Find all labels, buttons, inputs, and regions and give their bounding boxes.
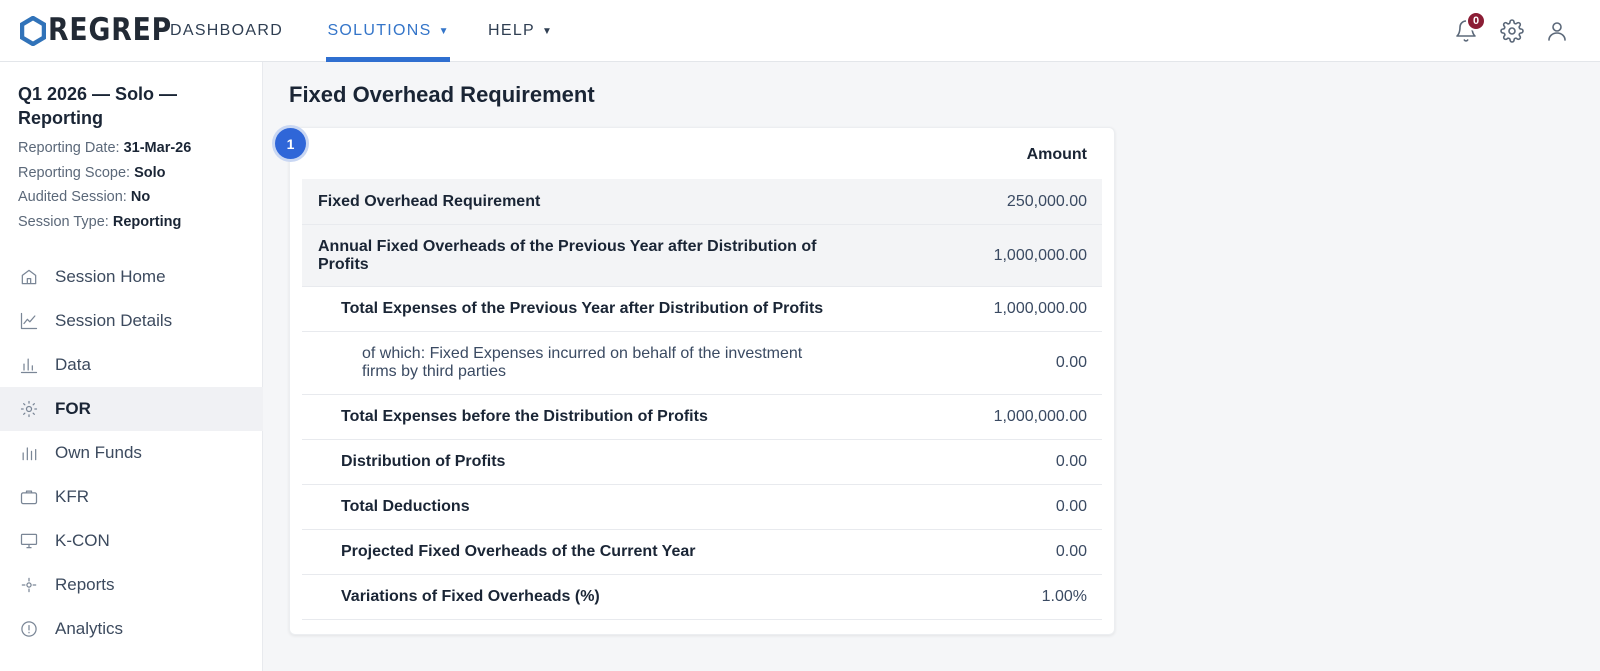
sidebar-item-reports[interactable]: Reports xyxy=(0,563,263,607)
sidebar-item-session-home[interactable]: Session Home xyxy=(0,255,263,299)
page-title: Fixed Overhead Requirement xyxy=(289,82,595,107)
sidebar-item-kfr[interactable]: KFR xyxy=(0,475,263,519)
amount-column-header: Amount xyxy=(1026,146,1087,163)
top-navigation-bar: REGREP DASHBOARD SOLUTIONS ▼ HELP ▼ 0 xyxy=(0,0,1600,62)
table-row: Variations of Fixed Overheads (%) 1.00% xyxy=(302,575,1102,620)
sidebar-item-label: K-CON xyxy=(55,531,110,550)
audited-session-value: No xyxy=(130,189,151,205)
sidebar-item-for[interactable]: FOR xyxy=(0,387,263,431)
sidebar-item-label: Session Home xyxy=(55,267,166,286)
nav-solutions[interactable]: SOLUTIONS ▼ xyxy=(326,0,450,62)
reporting-scope: Reporting Scope: Solo xyxy=(18,165,166,181)
target-icon xyxy=(18,574,40,596)
row-label: of which: Fixed Expenses incurred on beh… xyxy=(362,345,803,380)
session-type-label: Session Type: xyxy=(18,214,109,230)
reporting-date-label: Reporting Date: xyxy=(18,140,120,156)
sidebar-item-analytics[interactable]: Analytics xyxy=(0,607,263,651)
sidebar-item-label: Analytics xyxy=(55,619,124,638)
reporting-scope-label: Reporting Scope: xyxy=(18,165,131,181)
sidebar-item-label: Own Funds xyxy=(55,443,142,462)
row-value: 1.00% xyxy=(1041,588,1087,605)
row-label: Annual Fixed Overheads of the Previous Y… xyxy=(318,237,817,273)
nav-dashboard-label: DASHBOARD xyxy=(170,22,284,39)
notification-count-badge: 0 xyxy=(1466,11,1486,31)
nav-solutions-label: SOLUTIONS xyxy=(327,22,432,39)
table-row: Fixed Overhead Requirement 250,000.00 xyxy=(302,179,1102,225)
notifications-button[interactable]: 0 xyxy=(1454,11,1486,43)
sidebar-item-label: FOR xyxy=(55,399,91,418)
monitor-icon xyxy=(18,530,40,552)
nav-help-label: HELP xyxy=(488,22,535,39)
session-title: Q1 2026 — Solo — Reporting xyxy=(18,84,178,128)
chevron-down-icon: ▼ xyxy=(438,25,449,37)
table-row: Distribution of Profits 0.00 xyxy=(302,440,1102,485)
row-value: 0.00 xyxy=(1055,543,1087,560)
row-label: Projected Fixed Overheads of the Current… xyxy=(341,543,696,560)
row-label: Variations of Fixed Overheads (%) xyxy=(341,588,600,605)
row-value: 0.00 xyxy=(1055,498,1087,515)
sidebar-item-data[interactable]: Data xyxy=(0,343,263,387)
sidebar-item-label: Reports xyxy=(55,575,115,594)
home-icon xyxy=(18,266,40,288)
briefcase-icon xyxy=(18,486,40,508)
nav-help[interactable]: HELP ▼ xyxy=(488,0,552,62)
sidebar-item-own-funds[interactable]: Own Funds xyxy=(0,431,263,475)
table-row: Total Expenses before the Distribution o… xyxy=(302,395,1102,440)
bar-chart-icon xyxy=(18,354,40,376)
row-label: Total Expenses of the Previous Year afte… xyxy=(341,300,824,317)
sidebar-item-session-details[interactable]: Session Details xyxy=(0,299,263,343)
row-value: 0.00 xyxy=(1055,354,1087,371)
chevron-down-icon: ▼ xyxy=(542,25,552,37)
bars-icon xyxy=(18,442,40,464)
reporting-scope-value: Solo xyxy=(134,165,166,181)
sidebar-item-k-con[interactable]: K-CON xyxy=(0,519,263,563)
table-row: Annual Fixed Overheads of the Previous Y… xyxy=(302,225,1102,287)
table-row: Projected Fixed Overheads of the Current… xyxy=(302,530,1102,575)
row-label: Total Deductions xyxy=(341,498,470,515)
row-label: Distribution of Profits xyxy=(341,453,506,470)
user-account-button[interactable] xyxy=(1545,19,1569,43)
session-type: Session Type: Reporting xyxy=(18,214,181,230)
row-label: Total Expenses before the Distribution o… xyxy=(341,408,708,425)
table-row: Total Expenses of the Previous Year afte… xyxy=(302,287,1102,332)
row-label: Fixed Overhead Requirement xyxy=(318,192,541,210)
audited-session: Audited Session: No xyxy=(18,189,150,205)
hexagon-logo-icon xyxy=(20,15,46,46)
row-value: 1,000,000.00 xyxy=(993,246,1087,264)
for-table: Fixed Overhead Requirement 250,000.00 An… xyxy=(302,179,1102,620)
sidebar-item-label: Session Details xyxy=(55,311,173,330)
row-value: 1,000,000.00 xyxy=(993,300,1087,317)
nav-dashboard[interactable]: DASHBOARD xyxy=(170,0,283,62)
audited-session-label: Audited Session: xyxy=(18,189,127,205)
app-logo[interactable]: REGREP xyxy=(20,0,192,62)
gear-icon xyxy=(1500,19,1524,43)
row-value: 1,000,000.00 xyxy=(993,408,1087,425)
logo-text: REGREP xyxy=(48,12,173,48)
settings-button[interactable] xyxy=(1500,19,1524,43)
reporting-date: Reporting Date: 31-Mar-26 xyxy=(18,140,191,156)
sidebar-item-label: Data xyxy=(55,355,91,374)
row-value: 0.00 xyxy=(1055,453,1087,470)
sidebar: Q1 2026 — Solo — Reporting Reporting Dat… xyxy=(0,62,263,671)
sidebar-menu: Session Home Session Details Data FOR Ow… xyxy=(0,255,263,651)
sun-icon xyxy=(18,398,40,420)
user-icon xyxy=(1548,22,1566,41)
alert-circle-icon xyxy=(18,618,40,640)
sidebar-item-label: KFR xyxy=(55,487,89,506)
row-value: 250,000.00 xyxy=(1006,192,1087,210)
table-row: Total Deductions 0.00 xyxy=(302,485,1102,530)
session-type-value: Reporting xyxy=(112,214,182,230)
reporting-date-value: 31-Mar-26 xyxy=(123,140,192,156)
table-row: of which: Fixed Expenses incurred on beh… xyxy=(302,332,1102,395)
line-chart-icon xyxy=(18,310,40,332)
